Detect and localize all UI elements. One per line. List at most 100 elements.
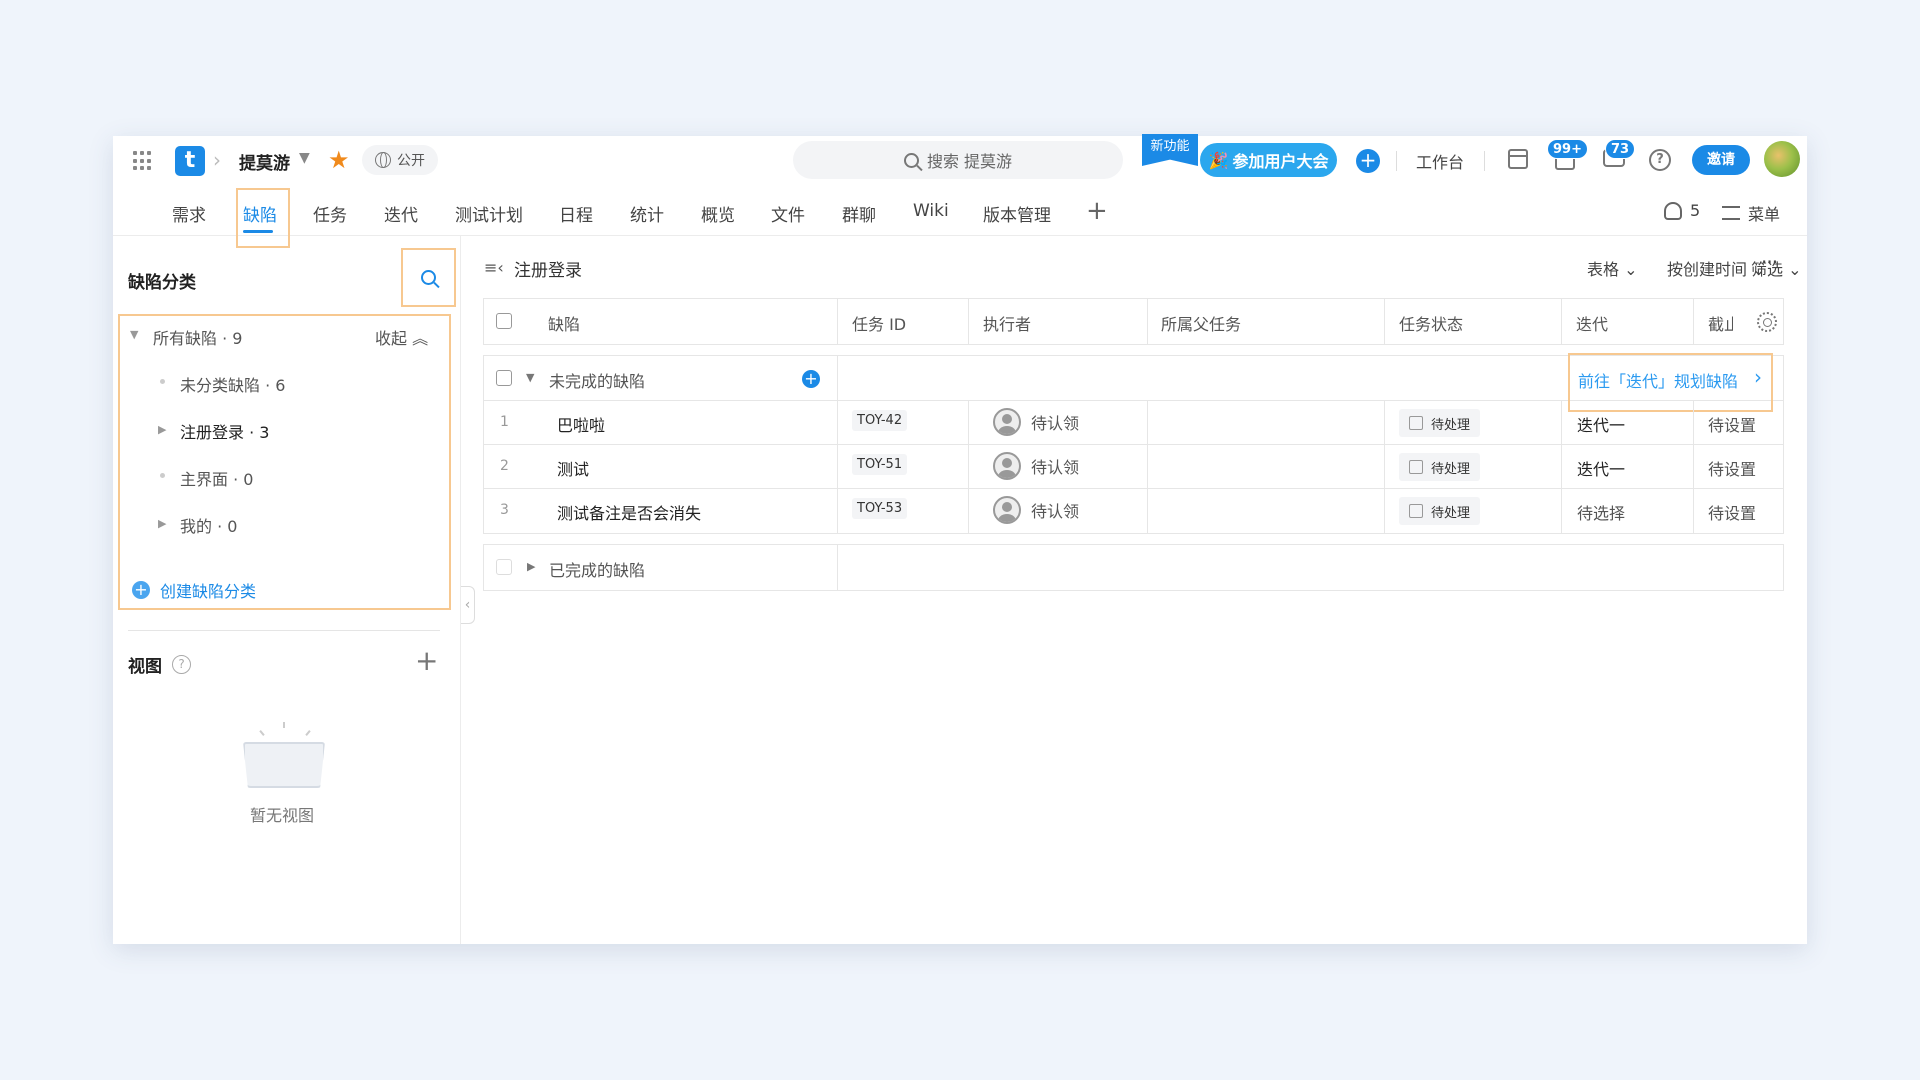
column-header[interactable]: 执行者: [983, 311, 1031, 335]
visibility-pill[interactable]: 公开: [362, 145, 438, 175]
person-icon: [1664, 201, 1682, 220]
collapse-button[interactable]: 收起 ︽: [375, 325, 428, 349]
table-row[interactable]: 1 巴啦啦 TOY-42 待认领 待处理 迭代一 待设置: [484, 401, 1783, 445]
spark-decoration: [259, 730, 265, 736]
tab-schedule[interactable]: 日程: [559, 201, 593, 226]
group-header: ▼ 未完成的缺陷 + 前往「迭代」规划缺陷 ›: [484, 353, 1783, 412]
tab-tasks[interactable]: 任务: [313, 201, 347, 226]
view-mode-dropdown[interactable]: 表格 ⌄: [1587, 256, 1638, 280]
group-checkbox[interactable]: [496, 370, 512, 386]
tab-version-management[interactable]: 版本管理: [983, 201, 1051, 226]
members-button[interactable]: 5: [1664, 201, 1700, 220]
status-label: 待处理: [1431, 461, 1471, 477]
sidebar-item-register-login[interactable]: 注册登录 · 3: [180, 419, 269, 443]
column-divider: [1147, 401, 1148, 444]
assignee-label: 待认领: [1031, 502, 1080, 521]
due-cell[interactable]: 待设置: [1708, 500, 1756, 524]
tab-wiki[interactable]: Wiki: [913, 201, 949, 221]
status-label: 待处理: [1431, 505, 1471, 521]
caret-right-icon[interactable]: ▶: [158, 423, 166, 436]
due-cell[interactable]: 待设置: [1708, 412, 1756, 436]
iteration-cell[interactable]: 待选择: [1577, 500, 1625, 524]
defect-title[interactable]: 测试: [557, 456, 589, 480]
star-icon[interactable]: ★: [328, 146, 350, 174]
caret-right-icon[interactable]: ▶: [158, 517, 166, 530]
invite-button[interactable]: 邀请: [1692, 145, 1750, 175]
more-icon[interactable]: ···: [1761, 250, 1778, 274]
search-input[interactable]: 搜索 提莫游: [793, 141, 1123, 179]
caret-down-icon[interactable]: ▼: [526, 371, 534, 384]
select-all-checkbox[interactable]: [496, 313, 512, 329]
column-divider: [1384, 299, 1385, 344]
sidebar-item-uncategorized[interactable]: 未分类缺陷 · 6: [180, 372, 285, 396]
app-grid-icon[interactable]: [133, 151, 153, 171]
complete-group: ▶ 已完成的缺陷: [483, 544, 1784, 591]
defect-table: 缺陷 任务 ID 执行者 所属父任务 任务状态 迭代 截止 ▼ 未完成的缺陷 +…: [483, 298, 1784, 591]
list-collapse-icon[interactable]: ≡‹: [484, 258, 504, 277]
iteration-cell[interactable]: 迭代一: [1577, 412, 1625, 436]
table-row[interactable]: 3 测试备注是否会消失 TOY-53 待认领 待处理 待选择 待设置: [484, 489, 1783, 533]
iteration-cell[interactable]: 迭代一: [1577, 456, 1625, 480]
caret-right-icon[interactable]: ▶: [527, 560, 535, 573]
defect-title[interactable]: 测试备注是否会消失: [557, 500, 701, 524]
event-button[interactable]: 🎉 参加用户大会: [1200, 143, 1337, 177]
sidebar-title: 缺陷分类: [128, 273, 196, 293]
workbench-link[interactable]: 工作台: [1416, 149, 1464, 173]
status-badge[interactable]: 待处理: [1399, 497, 1481, 525]
assignee-cell[interactable]: 待认领: [993, 408, 1079, 436]
calendar-icon[interactable]: [1508, 149, 1528, 169]
column-header[interactable]: 任务状态: [1399, 311, 1463, 335]
help-icon[interactable]: ?: [1649, 149, 1671, 171]
table-row[interactable]: 2 测试 TOY-51 待认领 待处理 迭代一 待设置: [484, 445, 1783, 489]
group-checkbox[interactable]: [496, 559, 512, 575]
add-button[interactable]: +: [1356, 149, 1380, 173]
column-header[interactable]: 缺陷: [548, 311, 580, 335]
all-defects-item[interactable]: 所有缺陷 · 9: [153, 325, 242, 349]
top-header: t › 提莫游 ▼ ★ 公开 搜索 提莫游 新功能 🎉 参加用户大会 + 工作台…: [113, 134, 1807, 186]
user-placeholder-icon: [993, 496, 1021, 524]
tab-files[interactable]: 文件: [771, 201, 805, 226]
column-header[interactable]: 迭代: [1576, 311, 1608, 335]
tab-test-plan[interactable]: 测试计划: [455, 201, 523, 226]
search-placeholder: 搜索 提莫游: [926, 152, 1013, 171]
add-view-button[interactable]: +: [415, 644, 438, 677]
project-name[interactable]: 提莫游: [239, 149, 290, 174]
caret-down-icon[interactable]: ▼: [299, 150, 310, 166]
user-placeholder-icon: [993, 452, 1021, 480]
project-logo[interactable]: t: [175, 146, 205, 176]
tab-statistics[interactable]: 统计: [630, 201, 664, 226]
status-badge[interactable]: 待处理: [1399, 453, 1481, 481]
create-category-button[interactable]: + 创建缺陷分类: [132, 578, 256, 602]
assignee-cell[interactable]: 待认领: [993, 452, 1079, 480]
status-badge[interactable]: 待处理: [1399, 409, 1481, 437]
caret-down-icon[interactable]: ▼: [130, 328, 138, 341]
add-tab-icon[interactable]: +: [1086, 196, 1108, 226]
checkbox-icon: [1409, 460, 1423, 474]
row-index: 3: [500, 502, 509, 518]
add-defect-button[interactable]: +: [802, 370, 820, 388]
defect-title[interactable]: 巴啦啦: [557, 412, 605, 436]
sidebar-collapse-handle[interactable]: ‹: [461, 586, 475, 624]
message-badge: 73: [1605, 139, 1636, 159]
new-feature-ribbon[interactable]: 新功能: [1142, 134, 1198, 166]
column-header[interactable]: 任务 ID: [852, 311, 906, 335]
assignee-label: 待认领: [1031, 458, 1080, 477]
tab-overview[interactable]: 概览: [701, 201, 735, 226]
user-avatar[interactable]: [1764, 141, 1800, 177]
column-divider: [1384, 401, 1385, 444]
tab-iterations[interactable]: 迭代: [384, 201, 418, 226]
plus-circle-icon: +: [132, 581, 150, 599]
help-icon[interactable]: ?: [172, 655, 191, 674]
user-placeholder-icon: [993, 408, 1021, 436]
tab-requirements[interactable]: 需求: [172, 201, 206, 226]
assignee-cell[interactable]: 待认领: [993, 496, 1079, 524]
tab-group-chat[interactable]: 群聊: [842, 201, 876, 226]
column-header[interactable]: 所属父任务: [1161, 311, 1241, 335]
column-header[interactable]: 截止: [1708, 311, 1733, 335]
sidebar-item-mine[interactable]: 我的 · 0: [180, 513, 237, 537]
sidebar-search-button[interactable]: [401, 248, 456, 307]
menu-button[interactable]: 菜单: [1722, 201, 1780, 225]
sidebar-item-main-screen[interactable]: 主界面 · 0: [180, 466, 253, 490]
due-cell[interactable]: 待设置: [1708, 456, 1756, 480]
gear-icon[interactable]: [1757, 312, 1777, 332]
